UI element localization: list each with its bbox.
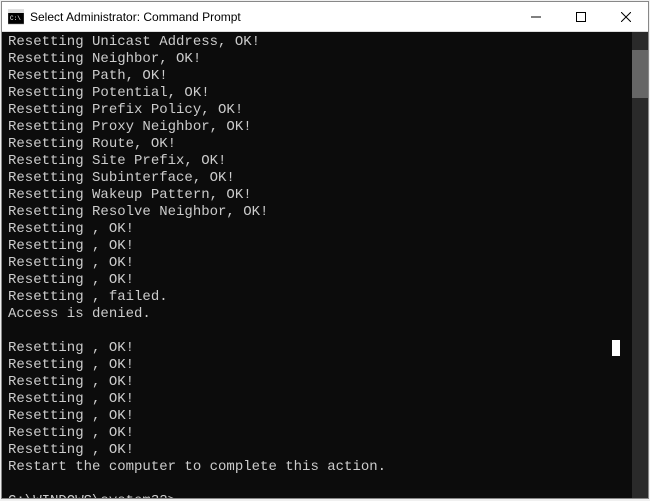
close-button[interactable] bbox=[603, 2, 648, 31]
maximize-button[interactable] bbox=[558, 2, 603, 31]
command-prompt-window: C:\ Select Administrator: Command Prompt… bbox=[1, 1, 649, 499]
terminal-content[interactable]: Resetting Unicast Address, OK! Resetting… bbox=[2, 32, 648, 498]
window-title: Select Administrator: Command Prompt bbox=[30, 10, 513, 24]
terminal-output: Resetting Unicast Address, OK! Resetting… bbox=[8, 34, 632, 496]
cmd-icon: C:\ bbox=[8, 9, 24, 25]
minimize-button[interactable] bbox=[513, 2, 558, 31]
scrollbar-thumb[interactable] bbox=[632, 50, 648, 98]
svg-text:C:\: C:\ bbox=[10, 15, 21, 22]
titlebar[interactable]: C:\ Select Administrator: Command Prompt bbox=[2, 2, 648, 32]
selection-cursor bbox=[612, 340, 620, 356]
window-controls bbox=[513, 2, 648, 31]
vertical-scrollbar[interactable] bbox=[632, 32, 648, 498]
